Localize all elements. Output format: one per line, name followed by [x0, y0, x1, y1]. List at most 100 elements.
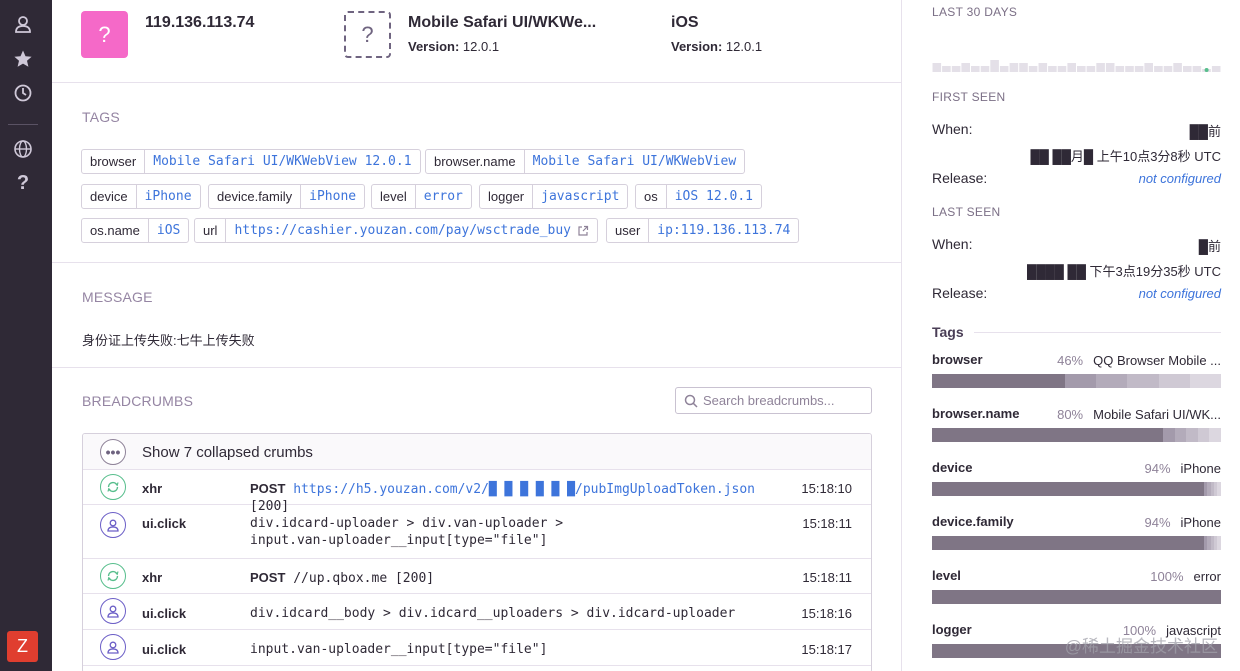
tag-device-family[interactable]: device.family iPhone — [208, 184, 366, 209]
crumb-message: div.idcard__body > div.idcard__uploaders… — [250, 606, 736, 621]
sparkline-bar[interactable] — [1125, 66, 1134, 72]
sparkline-bar[interactable] — [1105, 63, 1115, 72]
tag-stat-bar[interactable] — [932, 482, 1221, 496]
tag-stat-bar-other[interactable] — [1174, 428, 1187, 442]
user-click-icon — [100, 512, 126, 538]
tag-value[interactable]: iOS — [149, 219, 188, 242]
tag-url[interactable]: url https://cashier.youzan.com/pay/wsctra… — [194, 218, 598, 243]
star-icon[interactable] — [12, 48, 34, 70]
tags-stats-title: Tags — [932, 324, 964, 340]
tag-stat-bar-other[interactable] — [1197, 428, 1210, 442]
tag-value[interactable]: iPhone — [137, 185, 200, 208]
tag-key: device.family — [209, 185, 302, 208]
tag-os[interactable]: os iOS 12.0.1 — [635, 184, 763, 209]
sparkline-bar[interactable] — [951, 66, 961, 72]
sparkline-bar[interactable] — [1086, 66, 1096, 72]
sparkline-bar[interactable] — [1038, 63, 1048, 72]
ellipsis-icon: ••• — [100, 439, 126, 465]
crumb-url[interactable]: https://h5.youzan.com/v2/█ █ █ █ █ █/pub… — [293, 482, 755, 497]
tag-device[interactable]: device iPhone — [81, 184, 201, 209]
sparkline-bar[interactable] — [999, 66, 1009, 72]
sparkline-bar[interactable] — [1057, 66, 1067, 72]
tag-stat-bar[interactable] — [932, 374, 1221, 388]
tag-stat-bar-top[interactable] — [932, 374, 1065, 388]
tag-value[interactable]: iOS 12.0.1 — [667, 185, 761, 208]
tag-user[interactable]: user ip:119.136.113.74 — [606, 218, 800, 243]
tag-os-name[interactable]: os.name iOS — [81, 218, 190, 243]
tag-level[interactable]: level error — [371, 184, 472, 209]
tag-value[interactable]: Mobile Safari UI/WKWebView — [525, 150, 744, 173]
header-os-name: iOS — [671, 14, 699, 31]
org-badge[interactable]: Z — [7, 631, 38, 662]
sparkline-bar[interactable] — [971, 66, 980, 72]
sparkline-bar[interactable] — [1134, 66, 1144, 72]
sparkline-bar[interactable] — [1096, 63, 1105, 72]
tag-stat-bar-other[interactable] — [1158, 374, 1190, 388]
tag-stat-bar[interactable] — [932, 536, 1221, 550]
sparkline-bar[interactable] — [1019, 63, 1028, 72]
sparkline-bar[interactable] — [932, 63, 942, 72]
globe-icon[interactable] — [12, 138, 34, 160]
header-os-version: Version: 12.0.1 — [671, 39, 762, 54]
first-seen-title: FIRST SEEN — [932, 90, 1006, 104]
collapsed-crumbs-row[interactable]: ••• Show 7 collapsed crumbs — [83, 434, 871, 470]
collapsed-crumbs-label[interactable]: Show 7 collapsed crumbs — [142, 444, 313, 461]
tag-stat-bar-other[interactable] — [1096, 374, 1128, 388]
tag-value[interactable]: https://cashier.youzan.com/pay/wsctrade_… — [226, 219, 597, 242]
tag-key: browser — [82, 150, 146, 173]
sparkline-bar[interactable] — [1115, 66, 1125, 72]
sparkline-bar[interactable] — [1211, 66, 1221, 72]
tag-stat-bar[interactable] — [932, 428, 1221, 442]
tag-value[interactable]: ip:119.136.113.74 — [649, 219, 798, 242]
tag-stat-bar-other[interactable] — [1127, 374, 1159, 388]
tag-stat-bar[interactable] — [932, 590, 1221, 604]
breadcrumbs-search[interactable] — [675, 387, 872, 414]
tag-value[interactable]: Mobile Safari UI/WKWebView 12.0.1 — [145, 150, 419, 173]
sparkline-bar[interactable] — [1028, 66, 1038, 72]
sparkline-bar[interactable] — [1077, 66, 1086, 72]
tag-stat-bar-other[interactable] — [1189, 374, 1221, 388]
xhr-icon — [100, 563, 126, 589]
tag-stat-bar-other[interactable] — [1186, 428, 1198, 442]
tag-stat-bar-top[interactable] — [932, 482, 1204, 496]
tag-value[interactable]: javascript — [533, 185, 627, 208]
tag-stat-bar-other[interactable] — [1217, 482, 1221, 496]
tag-stat-bar-top[interactable] — [932, 590, 1221, 604]
first-seen-release[interactable]: not configured — [1139, 171, 1221, 186]
sparkline-bar[interactable] — [1154, 66, 1163, 72]
external-link-icon[interactable] — [577, 225, 589, 237]
user-icon[interactable] — [12, 13, 34, 35]
tag-key: user — [607, 219, 650, 242]
sparkline-bar[interactable] — [1009, 63, 1019, 72]
tag-stat-bar-top[interactable] — [932, 428, 1164, 442]
tag-stat-bar-other[interactable] — [1217, 536, 1221, 550]
sparkline-bar[interactable] — [990, 60, 999, 72]
sparkline-bar[interactable] — [1192, 66, 1202, 72]
tag-browser-name[interactable]: browser.name Mobile Safari UI/WKWebView — [425, 149, 746, 174]
sparkline-bar[interactable] — [1067, 63, 1076, 72]
tag-browser[interactable]: browser Mobile Safari UI/WKWebView 12.0.1 — [81, 149, 421, 174]
os-version-label: Version: — [671, 39, 723, 54]
browser-version-value: 12.0.1 — [462, 39, 500, 54]
sparkline-bar[interactable] — [1183, 66, 1192, 72]
tag-stat-bar-other[interactable] — [1064, 374, 1097, 388]
tag-stat-bar-other[interactable] — [1163, 428, 1175, 442]
last-seen-title: LAST SEEN — [932, 205, 1001, 219]
activity-icon[interactable] — [12, 82, 34, 104]
tag-url-text[interactable]: https://cashier.youzan.com/pay/wsctrade_… — [234, 223, 571, 238]
sparkline-bar[interactable] — [961, 63, 970, 72]
sparkline-bar[interactable] — [1144, 63, 1153, 72]
sparkline-bar[interactable] — [1048, 66, 1057, 72]
sparkline-bar[interactable] — [1173, 63, 1182, 72]
help-icon[interactable]: ? — [12, 172, 34, 194]
tag-stat-bar-other[interactable] — [1209, 428, 1221, 442]
sparkline-bar[interactable] — [942, 66, 951, 72]
tag-value[interactable]: error — [416, 185, 471, 208]
sparkline-bar[interactable] — [1163, 66, 1173, 72]
tag-logger[interactable]: logger javascript — [479, 184, 629, 209]
sparkline-bar[interactable] — [980, 66, 990, 72]
breadcrumbs-search-input[interactable] — [703, 393, 863, 408]
tag-value[interactable]: iPhone — [301, 185, 364, 208]
tag-stat-bar-top[interactable] — [932, 536, 1204, 550]
last-seen-release[interactable]: not configured — [1139, 286, 1221, 301]
